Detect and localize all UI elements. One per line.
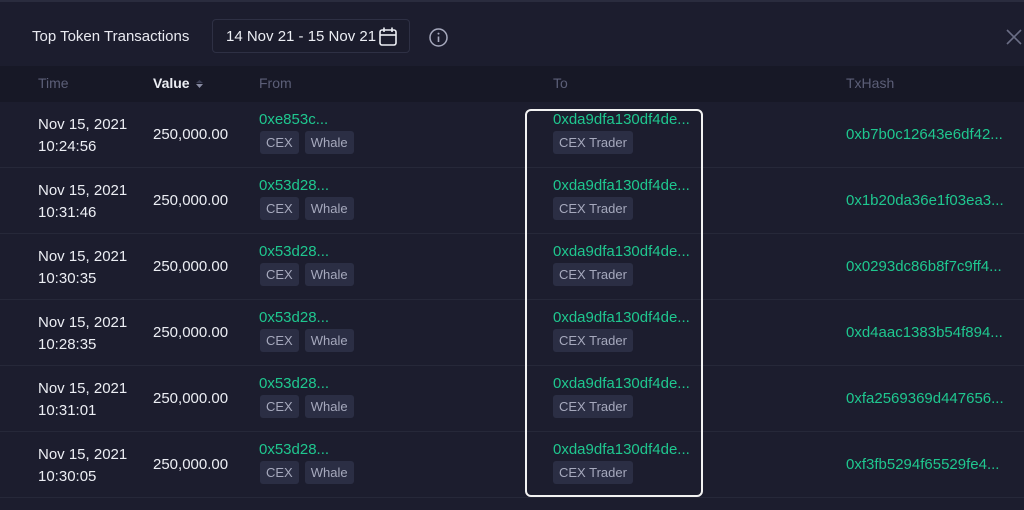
to-tags: CEX Trader bbox=[553, 395, 633, 418]
column-header-to[interactable]: To bbox=[553, 75, 568, 91]
from-tag: CEX bbox=[260, 263, 299, 286]
to-tags: CEX Trader bbox=[553, 329, 633, 352]
from-address-link[interactable]: 0x53d28... bbox=[259, 309, 329, 326]
to-tag: CEX Trader bbox=[553, 197, 633, 220]
to-tags: CEX Trader bbox=[553, 263, 633, 286]
to-tags: CEX Trader bbox=[553, 461, 633, 484]
from-tags: CEX Whale bbox=[260, 395, 354, 418]
table-body: Nov 15, 2021 10:24:56 250,000.00 0xe853c...… bbox=[0, 102, 1024, 498]
from-tag: Whale bbox=[304, 197, 354, 220]
close-icon[interactable] bbox=[1006, 29, 1022, 45]
column-header-time[interactable]: Time bbox=[38, 75, 69, 91]
from-address-link[interactable]: 0x53d28... bbox=[259, 243, 329, 260]
table-row[interactable]: Nov 15, 2021 10:31:46 250,000.00 0x53d28...… bbox=[0, 168, 1024, 234]
calendar-icon bbox=[379, 27, 397, 46]
from-tags: CEX Whale bbox=[260, 461, 354, 484]
time-cell: Nov 15, 2021 10:30:05 bbox=[38, 444, 127, 488]
from-tags: CEX Whale bbox=[260, 131, 354, 154]
panel-header: Top Token Transactions 14 Nov 21 - 15 No… bbox=[0, 2, 1024, 66]
time-clock: 10:24:56 bbox=[38, 138, 97, 155]
to-tag: CEX Trader bbox=[553, 395, 633, 418]
time-date: Nov 15, 2021 bbox=[38, 248, 128, 265]
to-address-link[interactable]: 0xda9dfa130df4de... bbox=[553, 177, 690, 194]
from-tag: CEX bbox=[260, 131, 299, 154]
from-tag: CEX bbox=[260, 329, 299, 352]
time-clock: 10:28:35 bbox=[38, 336, 97, 353]
time-date: Nov 15, 2021 bbox=[38, 182, 128, 199]
column-header-from[interactable]: From bbox=[259, 75, 292, 91]
from-address-link[interactable]: 0xe853c... bbox=[259, 111, 328, 128]
value-cell: 250,000.00 bbox=[153, 258, 229, 275]
to-address-link[interactable]: 0xda9dfa130df4de... bbox=[553, 375, 690, 392]
from-address-link[interactable]: 0x53d28... bbox=[259, 177, 329, 194]
from-tag: CEX bbox=[260, 461, 299, 484]
value-cell: 250,000.00 bbox=[153, 456, 229, 473]
from-tags: CEX Whale bbox=[260, 197, 354, 220]
to-address-link[interactable]: 0xda9dfa130df4de... bbox=[553, 441, 690, 458]
to-tag: CEX Trader bbox=[553, 131, 633, 154]
from-tag: Whale bbox=[304, 461, 354, 484]
from-address-link[interactable]: 0x53d28... bbox=[259, 441, 329, 458]
column-header-value[interactable]: Value bbox=[153, 75, 203, 91]
to-tags: CEX Trader bbox=[553, 197, 633, 220]
to-address-link[interactable]: 0xda9dfa130df4de... bbox=[553, 111, 690, 128]
time-clock: 10:30:35 bbox=[38, 270, 97, 287]
value-cell: 250,000.00 bbox=[153, 324, 229, 341]
value-cell: 250,000.00 bbox=[153, 126, 229, 143]
table-row[interactable]: Nov 15, 2021 10:30:35 250,000.00 0x53d28...… bbox=[0, 234, 1024, 300]
from-tag: CEX bbox=[260, 197, 299, 220]
txhash-link[interactable]: 0xd4aac1383b54f894... bbox=[846, 324, 1003, 341]
time-date: Nov 15, 2021 bbox=[38, 446, 128, 463]
from-tag: Whale bbox=[304, 263, 354, 286]
from-tags: CEX Whale bbox=[260, 329, 354, 352]
from-address-link[interactable]: 0x53d28... bbox=[259, 375, 329, 392]
to-tags: CEX Trader bbox=[553, 131, 633, 154]
date-range-text: 14 Nov 21 - 15 Nov 21 bbox=[226, 27, 377, 45]
top-token-transactions-panel: Top Token Transactions 14 Nov 21 - 15 No… bbox=[0, 0, 1024, 510]
table-row[interactable]: Nov 15, 2021 10:24:56 250,000.00 0xe853c...… bbox=[0, 102, 1024, 168]
time-clock: 10:31:46 bbox=[38, 204, 97, 221]
from-tag: Whale bbox=[304, 395, 354, 418]
time-cell: Nov 15, 2021 10:28:35 bbox=[38, 312, 127, 356]
time-cell: Nov 15, 2021 10:24:56 bbox=[38, 114, 127, 158]
txhash-link[interactable]: 0xf3fb5294f65529fe4... bbox=[846, 456, 999, 473]
table-row[interactable]: Nov 15, 2021 10:31:01 250,000.00 0x53d28...… bbox=[0, 366, 1024, 432]
time-date: Nov 15, 2021 bbox=[38, 380, 128, 397]
table-row[interactable]: Nov 15, 2021 10:30:05 250,000.00 0x53d28...… bbox=[0, 432, 1024, 498]
time-cell: Nov 15, 2021 10:30:35 bbox=[38, 246, 127, 290]
table-row[interactable]: Nov 15, 2021 10:28:35 250,000.00 0x53d28...… bbox=[0, 300, 1024, 366]
to-address-link[interactable]: 0xda9dfa130df4de... bbox=[553, 309, 690, 326]
to-tag: CEX Trader bbox=[553, 263, 633, 286]
date-range-picker[interactable]: 14 Nov 21 - 15 Nov 21 bbox=[212, 19, 410, 53]
value-cell: 250,000.00 bbox=[153, 192, 229, 209]
info-icon[interactable] bbox=[429, 28, 448, 47]
from-tag: Whale bbox=[304, 131, 354, 154]
from-tag: CEX bbox=[260, 395, 299, 418]
time-date: Nov 15, 2021 bbox=[38, 314, 128, 331]
table-header: Time Value From To TxHash bbox=[0, 66, 1024, 102]
from-tag: Whale bbox=[304, 329, 354, 352]
txhash-link[interactable]: 0x0293dc86b8f7c9ff4... bbox=[846, 258, 1002, 275]
from-tags: CEX Whale bbox=[260, 263, 354, 286]
txhash-link[interactable]: 0xb7b0c12643e6df42... bbox=[846, 126, 1003, 143]
to-tag: CEX Trader bbox=[553, 461, 633, 484]
time-cell: Nov 15, 2021 10:31:46 bbox=[38, 180, 127, 224]
txhash-link[interactable]: 0xfa2569369d447656... bbox=[846, 390, 1004, 407]
to-tag: CEX Trader bbox=[553, 329, 633, 352]
to-address-link[interactable]: 0xda9dfa130df4de... bbox=[553, 243, 690, 260]
txhash-link[interactable]: 0x1b20da36e1f03ea3... bbox=[846, 192, 1004, 209]
panel-title: Top Token Transactions bbox=[32, 28, 190, 45]
time-date: Nov 15, 2021 bbox=[38, 116, 128, 133]
column-header-value-label: Value bbox=[153, 75, 190, 91]
time-cell: Nov 15, 2021 10:31:01 bbox=[38, 378, 127, 422]
time-clock: 10:30:05 bbox=[38, 468, 97, 485]
value-cell: 250,000.00 bbox=[153, 390, 229, 407]
sort-down-icon bbox=[195, 80, 203, 89]
time-clock: 10:31:01 bbox=[38, 402, 97, 419]
column-header-txhash[interactable]: TxHash bbox=[846, 75, 894, 91]
